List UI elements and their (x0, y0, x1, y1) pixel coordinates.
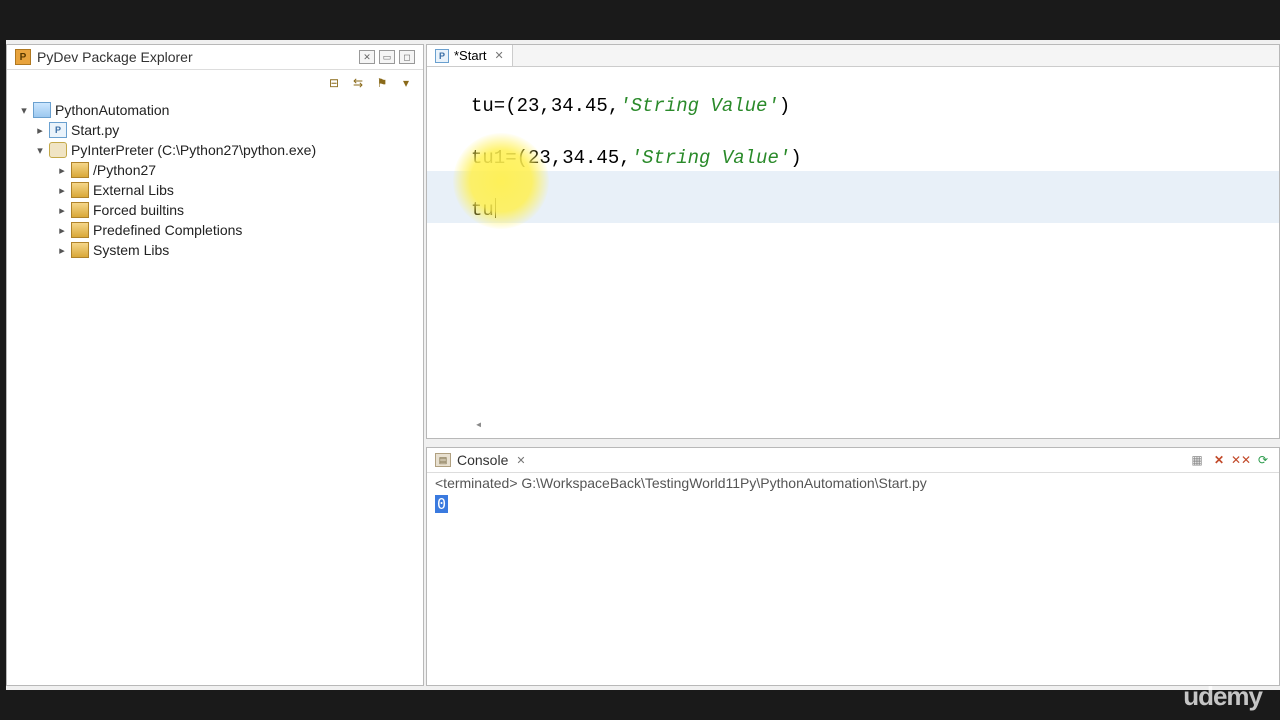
overview-ruler-icon[interactable]: ◂ (475, 417, 482, 432)
file-label: Start.py (71, 122, 119, 138)
explorer-header: P PyDev Package Explorer ✕ ▭ ◻ (7, 45, 423, 70)
tree-file[interactable]: ▸ P Start.py (11, 120, 419, 140)
console-icon: ▤ (435, 453, 451, 467)
lib-icon (71, 202, 89, 218)
console-panel: ▤ Console ✕ ▦ ✕ ✕✕ ⟳ <terminated> G:\Wor… (426, 447, 1280, 686)
right-area: P *Start ✕ tu=(23,34.45,'String Value') … (426, 44, 1280, 686)
interpreter-path: (C:\Python27\python.exe) (157, 142, 316, 158)
editor-tab[interactable]: P *Start ✕ (427, 45, 513, 66)
pin-console-icon[interactable]: ▦ (1189, 452, 1205, 468)
terminate-icon[interactable]: ✕ (1211, 452, 1227, 468)
collapse-all-icon[interactable]: ⊟ (325, 74, 343, 92)
editor-tab-bar: P *Start ✕ (427, 45, 1279, 67)
console-output-value: 0 (435, 495, 448, 513)
menu-icon[interactable]: ▾ (397, 74, 415, 92)
tree-lib[interactable]: ▸ /Python27 (11, 160, 419, 180)
console-status: <terminated> G:\WorkspaceBack\TestingWor… (427, 473, 1279, 493)
explorer-toolbar: ⊟ ⇆ ⚑ ▾ (7, 70, 423, 96)
project-label: PythonAutomation (55, 102, 169, 118)
project-tree[interactable]: ▾ PythonAutomation ▸ P Start.py ▾ PyInte… (7, 96, 423, 685)
lib-label: System Libs (93, 242, 169, 258)
lib-label: /Python27 (93, 162, 156, 178)
package-explorer-panel: P PyDev Package Explorer ✕ ▭ ◻ ⊟ ⇆ ⚑ ▾ ▾… (6, 44, 424, 686)
project-icon (33, 102, 51, 118)
console-output[interactable]: 0 (427, 493, 1279, 515)
twisty-closed-icon[interactable]: ▸ (55, 164, 69, 177)
close-console-icon[interactable]: ✕ (516, 454, 525, 467)
lib-icon (71, 182, 89, 198)
lib-label: Predefined Completions (93, 222, 242, 238)
lib-label: External Libs (93, 182, 174, 198)
text-cursor (495, 198, 496, 218)
lib-icon (71, 162, 89, 178)
interpreter-icon (49, 142, 67, 158)
tab-label: *Start (454, 48, 487, 63)
lib-label: Forced builtins (93, 202, 184, 218)
code-line: tu1=(23,34.45,'String Value') (427, 119, 1279, 171)
editor-panel: P *Start ✕ tu=(23,34.45,'String Value') … (426, 44, 1280, 439)
code-line-current: tu (427, 171, 1279, 223)
pydev-icon: P (15, 49, 31, 65)
tree-lib[interactable]: ▸ System Libs (11, 240, 419, 260)
tree-lib[interactable]: ▸ Predefined Completions (11, 220, 419, 240)
lib-icon (71, 242, 89, 258)
code-line: tu=(23,34.45,'String Value') (427, 67, 1279, 119)
twisty-closed-icon[interactable]: ▸ (55, 244, 69, 257)
tree-lib[interactable]: ▸ External Libs (11, 180, 419, 200)
relaunch-icon[interactable]: ⟳ (1255, 452, 1271, 468)
tree-project[interactable]: ▾ PythonAutomation (11, 100, 419, 120)
interpreter-label: PyInterPreter (71, 142, 153, 158)
twisty-closed-icon[interactable]: ▸ (33, 124, 47, 137)
python-file-icon: P (435, 49, 449, 63)
close-view-icon[interactable]: ✕ (359, 50, 375, 64)
console-header: ▤ Console ✕ ▦ ✕ ✕✕ ⟳ (427, 448, 1279, 473)
twisty-open-icon[interactable]: ▾ (17, 104, 31, 117)
maximize-view-icon[interactable]: ◻ (399, 50, 415, 64)
link-editor-icon[interactable]: ⇆ (349, 74, 367, 92)
filter-icon[interactable]: ⚑ (373, 74, 391, 92)
console-title: Console (457, 452, 508, 468)
twisty-closed-icon[interactable]: ▸ (55, 224, 69, 237)
explorer-title: PyDev Package Explorer (37, 49, 355, 65)
close-tab-icon[interactable]: ✕ (495, 49, 504, 62)
twisty-open-icon[interactable]: ▾ (33, 144, 47, 157)
code-editor[interactable]: tu=(23,34.45,'String Value') tu1=(23,34.… (427, 67, 1279, 438)
tree-interpreter[interactable]: ▾ PyInterPreter (C:\Python27\python.exe) (11, 140, 419, 160)
remove-all-terminated-icon[interactable]: ✕✕ (1233, 452, 1249, 468)
twisty-closed-icon[interactable]: ▸ (55, 204, 69, 217)
twisty-closed-icon[interactable]: ▸ (55, 184, 69, 197)
lib-icon (71, 222, 89, 238)
udemy-watermark: udemy (1183, 681, 1262, 712)
tree-lib[interactable]: ▸ Forced builtins (11, 200, 419, 220)
workbench: P PyDev Package Explorer ✕ ▭ ◻ ⊟ ⇆ ⚑ ▾ ▾… (6, 40, 1280, 690)
minimize-view-icon[interactable]: ▭ (379, 50, 395, 64)
python-file-icon: P (49, 122, 67, 138)
